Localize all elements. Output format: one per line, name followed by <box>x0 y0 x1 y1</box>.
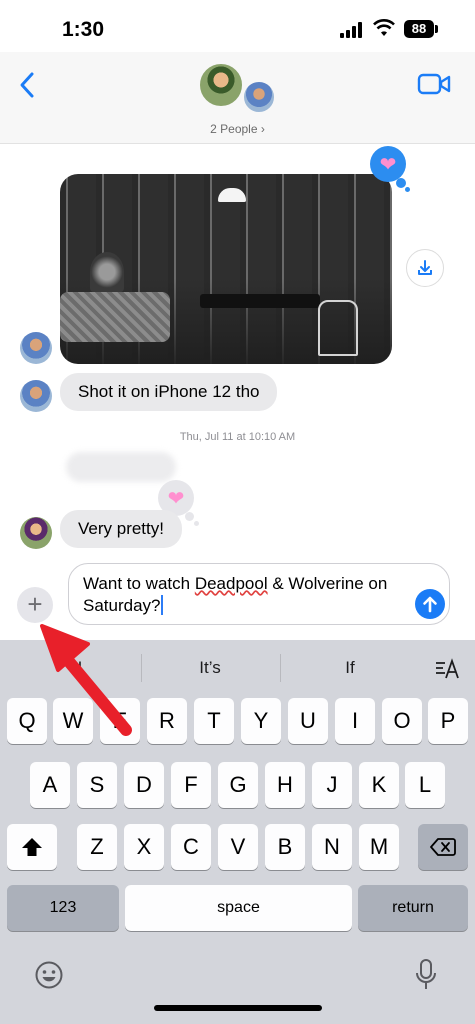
send-icon[interactable] <box>415 589 445 619</box>
home-indicator <box>154 1005 322 1011</box>
key[interactable]: X <box>124 824 164 870</box>
heart-icon[interactable]: ❤ <box>370 146 406 182</box>
back-icon[interactable] <box>16 70 40 100</box>
tapback-dot <box>396 178 406 188</box>
numbers-key[interactable]: 123 <box>7 885 119 931</box>
key[interactable]: B <box>265 824 305 870</box>
key[interactable]: U <box>288 698 328 744</box>
battery-indicator: 88 <box>404 20 434 38</box>
key[interactable]: K <box>359 762 399 808</box>
key[interactable]: N <box>312 824 352 870</box>
delete-icon <box>430 838 456 856</box>
avatar[interactable] <box>20 517 52 549</box>
suggestion[interactable]: It’s <box>170 658 250 678</box>
key[interactable]: T <box>194 698 234 744</box>
photo-table <box>200 294 320 308</box>
key[interactable]: J <box>312 762 352 808</box>
suggestion[interactable]: If <box>310 658 390 678</box>
key[interactable]: D <box>124 762 164 808</box>
key[interactable]: C <box>171 824 211 870</box>
wifi-icon <box>373 19 395 36</box>
key[interactable]: M <box>359 824 399 870</box>
suggestion-divider <box>141 654 142 682</box>
return-key[interactable]: return <box>358 885 468 931</box>
space-key[interactable]: space <box>125 885 352 931</box>
photo-attachment[interactable] <box>60 174 392 364</box>
key[interactable]: P <box>428 698 468 744</box>
shift-key[interactable] <box>7 824 57 870</box>
input-text: Want to watch <box>83 574 195 593</box>
suggestion-divider <box>280 654 281 682</box>
group-avatar-primary[interactable] <box>198 62 244 108</box>
emoji-icon[interactable] <box>34 960 64 990</box>
message-input[interactable]: Want to watch Deadpool & Wolverine on Sa… <box>68 563 450 625</box>
photo-lamp <box>218 188 246 202</box>
key[interactable]: V <box>218 824 258 870</box>
group-avatar-secondary[interactable] <box>242 80 276 114</box>
microphone-icon[interactable] <box>415 958 437 992</box>
status-time: 1:30 <box>62 18 105 41</box>
group-people-label[interactable]: 2 People › <box>0 122 475 136</box>
annotation-arrow <box>40 624 132 736</box>
key[interactable]: A <box>30 762 70 808</box>
key[interactable]: O <box>382 698 422 744</box>
avatar[interactable] <box>20 380 52 412</box>
input-text-misspelled[interactable]: Deadpool <box>195 574 268 593</box>
conversation-header: 2 People › <box>0 52 475 144</box>
battery-nub <box>435 25 438 33</box>
text-format-icon[interactable] <box>434 658 460 680</box>
video-call-icon[interactable] <box>417 72 451 96</box>
received-message[interactable]: Very pretty! <box>60 510 182 548</box>
shift-icon <box>22 838 42 856</box>
key[interactable]: R <box>147 698 187 744</box>
photo-chair <box>318 300 358 356</box>
key[interactable]: Z <box>77 824 117 870</box>
delete-key[interactable] <box>418 824 468 870</box>
key[interactable]: S <box>77 762 117 808</box>
key[interactable]: F <box>171 762 211 808</box>
cellular-signal-icon <box>340 22 366 38</box>
message-timestamp: Thu, Jul 11 at 10:10 AM <box>179 431 296 443</box>
tapback-dot <box>405 187 410 192</box>
download-icon[interactable] <box>406 249 444 287</box>
status-bar: 1:30 88 <box>0 0 475 52</box>
text-cursor <box>160 595 163 615</box>
photo-plant <box>90 252 124 292</box>
key[interactable]: L <box>405 762 445 808</box>
avatar[interactable] <box>20 332 52 364</box>
photo-sofa <box>60 292 170 342</box>
key[interactable]: H <box>265 762 305 808</box>
key[interactable]: G <box>218 762 258 808</box>
received-message[interactable]: Shot it on iPhone 12 tho <box>60 373 278 411</box>
tapback-dot <box>194 521 199 526</box>
key[interactable]: I <box>335 698 375 744</box>
blurred-message <box>66 452 176 482</box>
tapback-dot <box>185 512 194 521</box>
key[interactable]: Y <box>241 698 281 744</box>
